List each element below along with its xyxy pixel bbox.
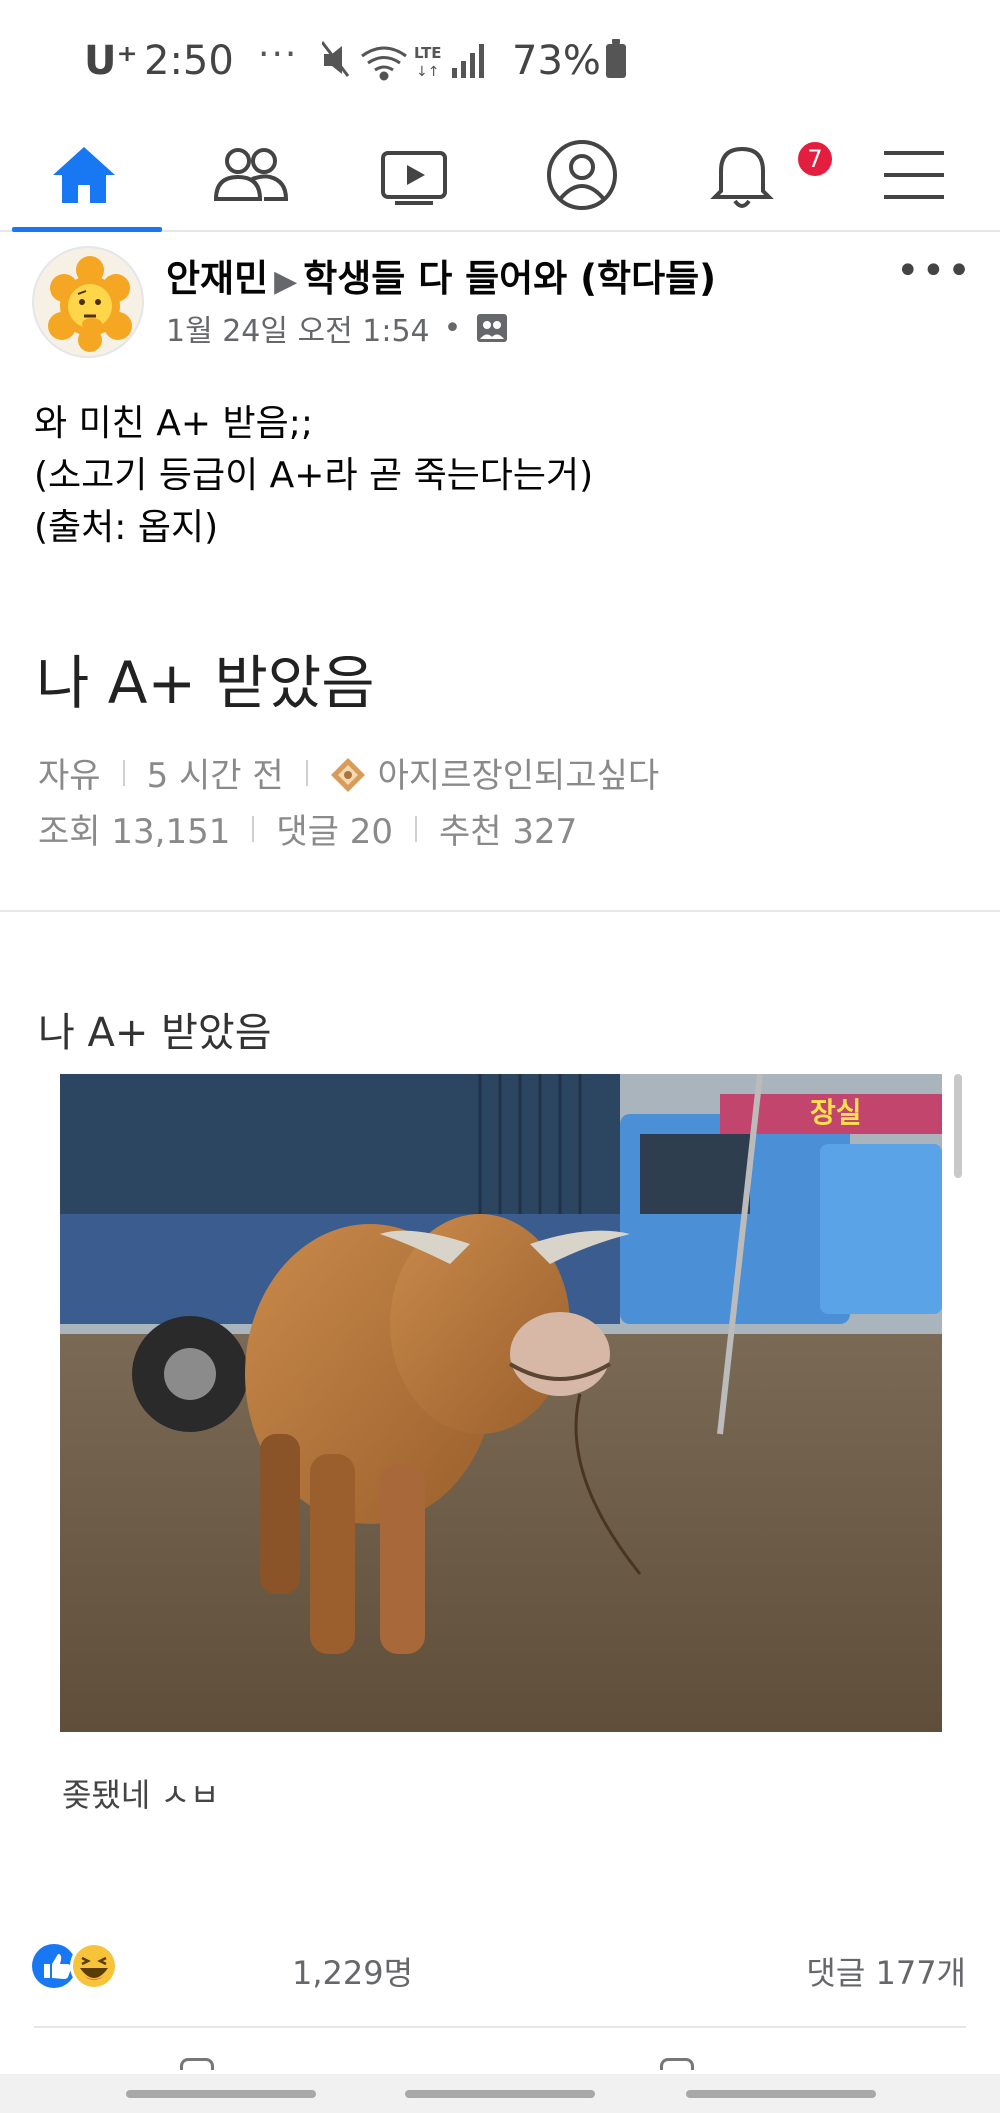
system-navigation-bar (0, 2074, 1000, 2113)
home-gesture-button[interactable] (405, 2090, 595, 2098)
post-photo[interactable]: 장실 (60, 1074, 942, 1732)
view-count: 조회 13,151 (38, 812, 231, 852)
action-divider (34, 2026, 966, 2028)
battery-icon (606, 39, 626, 78)
back-button[interactable] (686, 2090, 876, 2098)
nav-watch[interactable] (334, 120, 494, 230)
nav-notifications[interactable]: 7 (668, 120, 835, 230)
caption-line: (소고기 등급이 A+라 곧 죽는다는거) (34, 455, 594, 496)
arrow-right-icon: ▶ (274, 264, 298, 299)
like-icon (32, 1944, 76, 1988)
wifi-icon (361, 46, 407, 81)
section-divider (0, 910, 1000, 912)
meta-separator: • (443, 310, 462, 346)
author-nickname: 아지르장인되고싶다 (377, 756, 660, 796)
community-post-title: 나 A+ 받았음 (36, 649, 375, 717)
nav-menu[interactable] (834, 120, 994, 230)
caption-line: (출처: 옵지) (34, 507, 219, 548)
haha-icon (70, 1942, 118, 1990)
comment-action-icon[interactable] (660, 2058, 694, 2070)
svg-text:장실: 장실 (810, 1096, 862, 1129)
reactions-bar: 1,229명 댓글 177개 (30, 1940, 970, 1996)
meta-divider (122, 759, 125, 786)
meta-divider (414, 815, 417, 842)
mute-icon (322, 41, 350, 77)
comment-stat: 댓글 20 (276, 812, 393, 852)
friends-icon (213, 148, 288, 201)
battery-percent: 73% (512, 38, 601, 84)
clock: 2:50 (144, 38, 234, 84)
avatar[interactable] (32, 246, 144, 358)
author-name[interactable]: 안재민 (166, 257, 268, 300)
community-body-title: 나 A+ 받았음 (38, 1010, 272, 1056)
svg-text:LTE: LTE (414, 44, 442, 62)
comment-count[interactable]: 댓글 177개 (806, 1948, 966, 1994)
top-nav: 7 (0, 120, 1000, 232)
group-privacy-icon (477, 314, 508, 342)
nav-home[interactable] (4, 120, 164, 232)
post-meta: 1월 24일 오전 1:54 • (166, 306, 509, 350)
bell-icon (710, 146, 774, 208)
reaction-count[interactable]: 1,229명 (292, 1948, 413, 1994)
community-post-meta: 자유 5 시간 전 아지르장인되고싶다 (38, 748, 659, 797)
author-line: 안재민 ▶ 학생들 다 들어와 (학다들) (166, 248, 716, 302)
status-icons: LTE ↓↑ (322, 41, 484, 81)
lte-icon: LTE ↓↑ (414, 44, 442, 80)
time-ago: 5 시간 전 (146, 756, 284, 796)
like-action-icon[interactable] (180, 2058, 214, 2070)
video-icon (381, 151, 447, 205)
post-header: 안재민 ▶ 학생들 다 들어와 (학다들) 1월 24일 오전 1:54 • ••• (0, 234, 1000, 374)
reaction-icons[interactable] (30, 1940, 130, 1992)
signal-icon (452, 44, 484, 78)
svg-text:↓↑: ↓↑ (416, 64, 439, 80)
meta-divider (305, 759, 308, 786)
status-bar: U⁺ 2:50 ··· LTE ↓↑ 73% (0, 0, 1000, 120)
post-caption: 와 미친 A+ 받음;; (소고기 등급이 A+라 곧 죽는다는거) (출처: … (34, 398, 593, 554)
meta-divider (252, 815, 255, 842)
overflow-notifications: ··· (258, 34, 299, 75)
bull-photo-image: 장실 (60, 1074, 942, 1732)
profile-icon (547, 140, 617, 210)
recommend-count: 추천 327 (438, 812, 578, 852)
board-name: 자유 (38, 756, 101, 796)
group-name[interactable]: 학생들 다 들어와 (학다들) (303, 257, 716, 300)
thinking-emoji-avatar-icon (48, 256, 132, 352)
photo-caption: 좆됐네 ㅅㅂ (62, 1776, 220, 1814)
community-post-stats: 조회 13,151 댓글 20 추천 327 (38, 804, 577, 853)
home-icon (53, 147, 115, 203)
nav-friends[interactable] (170, 120, 330, 230)
active-tab-indicator (12, 227, 162, 232)
more-options-button[interactable]: ••• (896, 248, 973, 294)
nav-profile[interactable] (502, 120, 662, 230)
post-timestamp[interactable]: 1월 24일 오전 1:54 (166, 306, 430, 350)
menu-icon (884, 151, 944, 199)
carrier-label: U⁺ (84, 38, 138, 84)
user-level-icon (330, 757, 365, 792)
recent-apps-button[interactable] (126, 2090, 316, 2098)
image-scrollbar[interactable] (954, 1074, 962, 1178)
caption-line: 와 미친 A+ 받음;; (34, 403, 313, 444)
notification-badge: 7 (795, 139, 835, 179)
